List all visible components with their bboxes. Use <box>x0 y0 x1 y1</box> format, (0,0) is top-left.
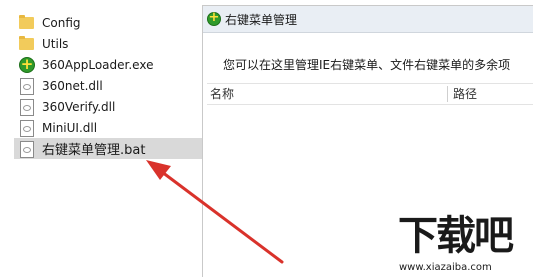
window-titlebar[interactable]: 右键菜单管理 <box>203 6 533 33</box>
column-divider[interactable] <box>447 86 448 102</box>
description-text: 您可以在这里管理IE右键菜单、文件右键菜单的多余项 <box>223 58 511 72</box>
file-item-360apploader[interactable]: 360AppLoader.exe <box>14 54 202 75</box>
folder-icon <box>18 35 36 53</box>
dll-file-icon <box>18 119 36 137</box>
window-title: 右键菜单管理 <box>225 12 298 27</box>
dll-file-icon <box>18 98 36 116</box>
column-header-path[interactable]: 路径 <box>453 84 477 104</box>
app-360-icon <box>207 10 221 26</box>
file-label: Config <box>42 15 81 30</box>
file-label: 360net.dll <box>42 78 103 93</box>
file-label: 360Verify.dll <box>42 99 116 114</box>
file-item-right-click-menu-bat[interactable]: 右键菜单管理.bat <box>14 138 202 159</box>
watermark: 下载吧 www.xiazaiba.com <box>398 212 530 274</box>
file-label: 右键菜单管理.bat <box>42 143 146 158</box>
file-item-miniui[interactable]: MiniUI.dll <box>14 117 202 138</box>
app-360-icon <box>18 55 36 74</box>
file-label: MiniUI.dll <box>42 120 98 135</box>
file-label: 360AppLoader.exe <box>42 57 154 72</box>
file-label: Utils <box>42 36 69 51</box>
watermark-logo: 下载吧 <box>398 213 514 259</box>
bat-file-icon <box>18 140 36 158</box>
file-item-config[interactable]: Config <box>14 12 202 33</box>
list-header: 名称 路径 <box>207 83 533 105</box>
watermark-url: www.xiazaiba.com <box>399 262 492 273</box>
file-list: Config Utils 360AppLoader.exe 360net.dll… <box>0 0 202 277</box>
column-header-name[interactable]: 名称 <box>210 84 234 104</box>
file-item-360verify[interactable]: 360Verify.dll <box>14 96 202 117</box>
folder-icon <box>18 14 36 32</box>
dll-file-icon <box>18 77 36 95</box>
file-item-360net[interactable]: 360net.dll <box>14 75 202 96</box>
file-item-utils[interactable]: Utils <box>14 33 202 54</box>
